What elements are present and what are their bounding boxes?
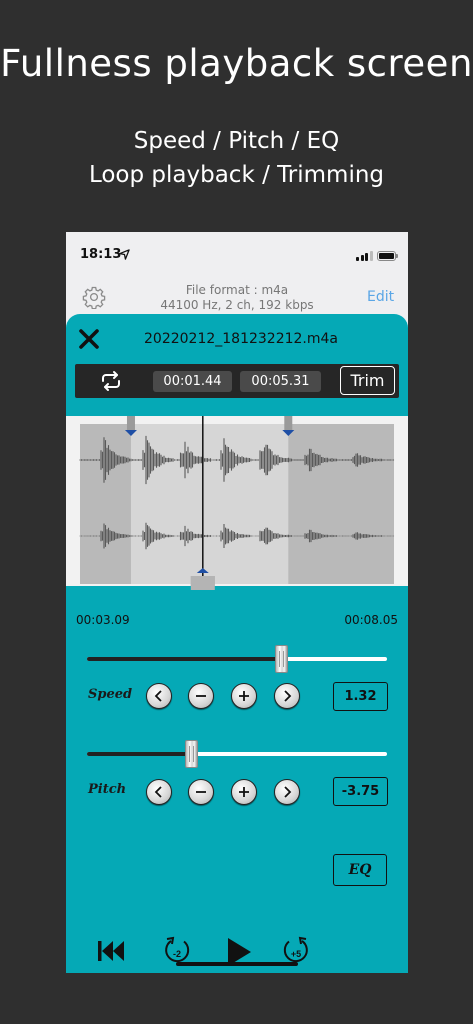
speed-plus-button[interactable] — [231, 683, 257, 709]
location-arrow-icon — [119, 249, 130, 260]
battery-icon — [377, 251, 398, 261]
position-start-time: 00:03.09 — [76, 613, 130, 627]
speed-prev-button[interactable] — [146, 683, 172, 709]
forward-seconds: +5 — [291, 949, 301, 959]
pitch-prev-button[interactable] — [146, 779, 172, 805]
speed-minus-button[interactable] — [188, 683, 214, 709]
eq-button[interactable]: EQ — [333, 854, 387, 886]
loop-icon[interactable] — [99, 370, 123, 392]
promo-line-1: Speed / Pitch / EQ — [133, 128, 340, 154]
waveform-view[interactable] — [66, 416, 408, 594]
player-panel: 20220212_181232212.m4a 00:01.44 00:05.31… — [66, 314, 408, 973]
pitch-slider-thumb[interactable] — [185, 740, 198, 768]
gear-icon[interactable] — [82, 285, 106, 309]
pitch-minus-button[interactable] — [188, 779, 214, 805]
loop-end-time[interactable]: 00:05.31 — [240, 371, 321, 392]
plus-icon — [239, 691, 249, 701]
pitch-next-button[interactable] — [274, 779, 300, 805]
speed-slider-thumb[interactable] — [275, 645, 288, 673]
trim-button[interactable]: Trim — [340, 366, 395, 395]
loop-toolbar: 00:01.44 00:05.31 Trim — [75, 364, 399, 398]
pitch-plus-button[interactable] — [231, 779, 257, 805]
speed-next-button[interactable] — [274, 683, 300, 709]
plus-icon — [239, 787, 249, 797]
rewind-seconds: -2 — [173, 949, 181, 959]
chevron-right-icon — [284, 690, 292, 702]
trim-right-handle-body — [284, 416, 293, 430]
pitch-slider-fill — [87, 752, 192, 756]
playhead-knob — [190, 576, 215, 590]
pitch-value[interactable]: -3.75 — [333, 777, 388, 806]
chevron-left-icon — [154, 786, 162, 798]
pitch-slider[interactable] — [87, 752, 387, 756]
phone-screen: 18:13 File format : m4a 44100 Hz, 2 ch, … — [66, 232, 408, 973]
chevron-left-icon — [154, 690, 162, 702]
cellular-signal-icon — [356, 251, 373, 261]
speed-value[interactable]: 1.32 — [333, 682, 388, 711]
minus-icon — [196, 695, 206, 697]
minus-icon — [196, 791, 206, 793]
speed-label: Speed — [88, 687, 133, 702]
audio-specs-text: 44100 Hz, 2 ch, 192 kbps — [160, 298, 314, 312]
edit-button[interactable]: Edit — [367, 289, 394, 305]
file-name: 20220212_181232212.m4a — [144, 331, 338, 347]
close-icon[interactable] — [78, 328, 100, 350]
pitch-label: Pitch — [88, 782, 127, 797]
promo-headline: Fullness playback screen — [0, 42, 473, 85]
promo-line-2: Loop playback / Trimming — [88, 162, 385, 188]
speed-slider-fill — [87, 657, 282, 661]
status-time: 18:13 — [80, 247, 122, 262]
status-bar: 18:13 — [66, 232, 408, 280]
chevron-right-icon — [284, 786, 292, 798]
trim-left-handle-body — [126, 416, 135, 430]
file-format-text: File format : m4a — [185, 283, 289, 297]
home-indicator — [176, 962, 298, 966]
speed-slider[interactable] — [87, 657, 387, 661]
skip-to-start-icon[interactable] — [96, 938, 126, 964]
loop-start-time[interactable]: 00:01.44 — [153, 371, 232, 392]
waveform-bottom-edge — [66, 586, 408, 594]
position-end-time: 00:08.05 — [344, 613, 398, 627]
